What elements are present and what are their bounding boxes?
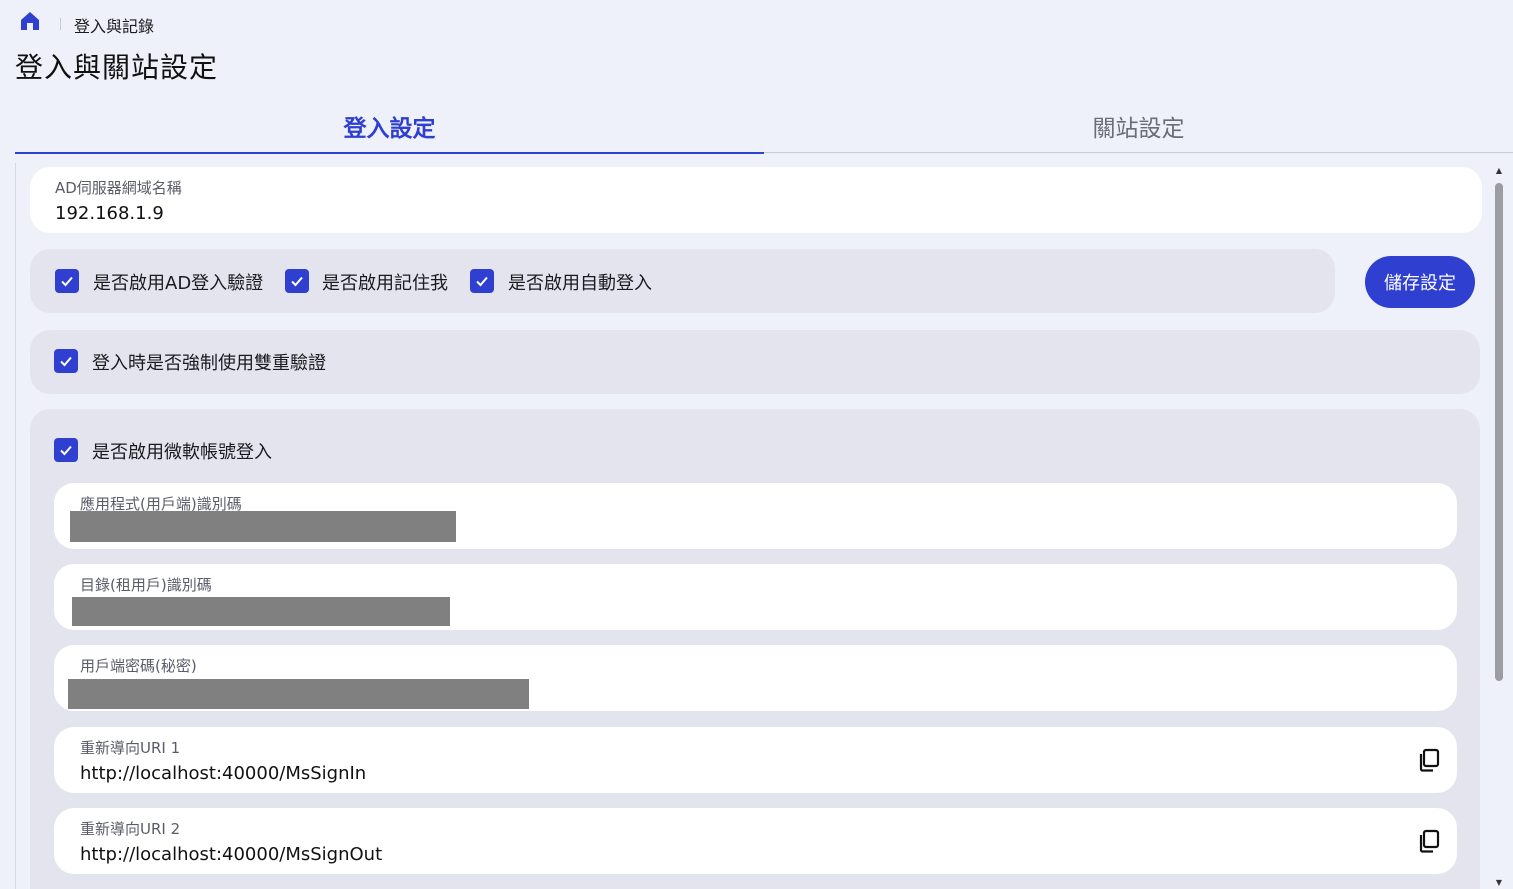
scroll-thumb[interactable]: [1495, 183, 1503, 681]
tenant-id-label: 目錄(租用戶)識別碼: [80, 576, 212, 594]
microsoft-login-label[interactable]: 是否啟用微軟帳號登入: [92, 438, 272, 464]
breadcrumb: 登入與記錄: [18, 8, 155, 36]
client-secret-field[interactable]: 用戶端密碼(秘密): [54, 645, 1457, 711]
ad-login-checkbox[interactable]: [55, 269, 79, 293]
breadcrumb-current: 登入與記錄: [74, 17, 155, 36]
page-title: 登入與關站設定: [15, 51, 219, 84]
auto-login-label[interactable]: 是否啟用自動登入: [508, 269, 652, 295]
force-2fa-panel: 登入時是否強制使用雙重驗證: [30, 330, 1480, 394]
redirect-uri-1-label: 重新導向URI 1: [80, 739, 181, 757]
redirect-uri-1-value[interactable]: http://localhost:40000/MsSignIn: [80, 763, 366, 784]
client-secret-redacted-value: [68, 679, 529, 709]
scroll-down-arrow-icon[interactable]: ▼: [1493, 877, 1505, 887]
redirect-uri-2-label: 重新導向URI 2: [80, 820, 181, 838]
tenant-id-field[interactable]: 目錄(租用戶)識別碼: [54, 564, 1457, 630]
check-icon: [60, 445, 72, 456]
scroll-up-arrow-icon[interactable]: ▲: [1493, 165, 1505, 175]
login-options-panel: 是否啟用AD登入驗證 是否啟用記住我 是否啟用自動登入: [30, 249, 1335, 313]
copy-icon[interactable]: [1416, 828, 1442, 854]
force-2fa-checkbox[interactable]: [54, 349, 78, 373]
remember-me-checkbox[interactable]: [285, 269, 309, 293]
home-icon[interactable]: [18, 9, 42, 33]
client-id-redacted-value: [70, 511, 456, 542]
ad-server-field[interactable]: AD伺服器網域名稱 192.168.1.9: [30, 167, 1482, 233]
content-scrollbar[interactable]: ▲ ▼: [1493, 165, 1505, 887]
client-secret-label: 用戶端密碼(秘密): [80, 657, 197, 675]
redirect-uri-2-field[interactable]: 重新導向URI 2 http://localhost:40000/MsSignO…: [54, 808, 1457, 874]
check-icon: [291, 276, 303, 287]
tab-shutdown-settings[interactable]: 關站設定: [764, 98, 1513, 153]
ad-server-label: AD伺服器網域名稱: [55, 179, 182, 197]
copy-icon[interactable]: [1416, 747, 1442, 773]
client-id-field[interactable]: 應用程式(用戶端)識別碼: [54, 483, 1457, 549]
microsoft-login-panel: 是否啟用微軟帳號登入 應用程式(用戶端)識別碼 目錄(租用戶)識別碼 用戶端密碼…: [30, 409, 1480, 889]
check-icon: [61, 276, 73, 287]
ad-login-label[interactable]: 是否啟用AD登入驗證: [93, 269, 263, 295]
remember-me-label[interactable]: 是否啟用記住我: [322, 269, 448, 295]
redirect-uri-1-field[interactable]: 重新導向URI 1 http://localhost:40000/MsSignI…: [54, 727, 1457, 793]
auto-login-checkbox[interactable]: [470, 269, 494, 293]
tenant-id-redacted-value: [72, 597, 450, 626]
force-2fa-label[interactable]: 登入時是否強制使用雙重驗證: [92, 349, 326, 375]
save-settings-button[interactable]: 儲存設定: [1365, 256, 1475, 308]
check-icon: [60, 356, 72, 367]
check-icon: [476, 276, 488, 287]
microsoft-login-checkbox[interactable]: [54, 438, 78, 462]
login-settings-panel: AD伺服器網域名稱 192.168.1.9 是否啟用AD登入驗證 是否啟用記住我…: [15, 163, 1493, 889]
ad-server-input[interactable]: 192.168.1.9: [55, 203, 164, 224]
breadcrumb-separator: [60, 18, 61, 30]
redirect-uri-2-value[interactable]: http://localhost:40000/MsSignOut: [80, 844, 382, 865]
tab-bar: 登入設定 關站設定: [15, 98, 1513, 154]
tab-login-settings[interactable]: 登入設定: [15, 98, 764, 154]
